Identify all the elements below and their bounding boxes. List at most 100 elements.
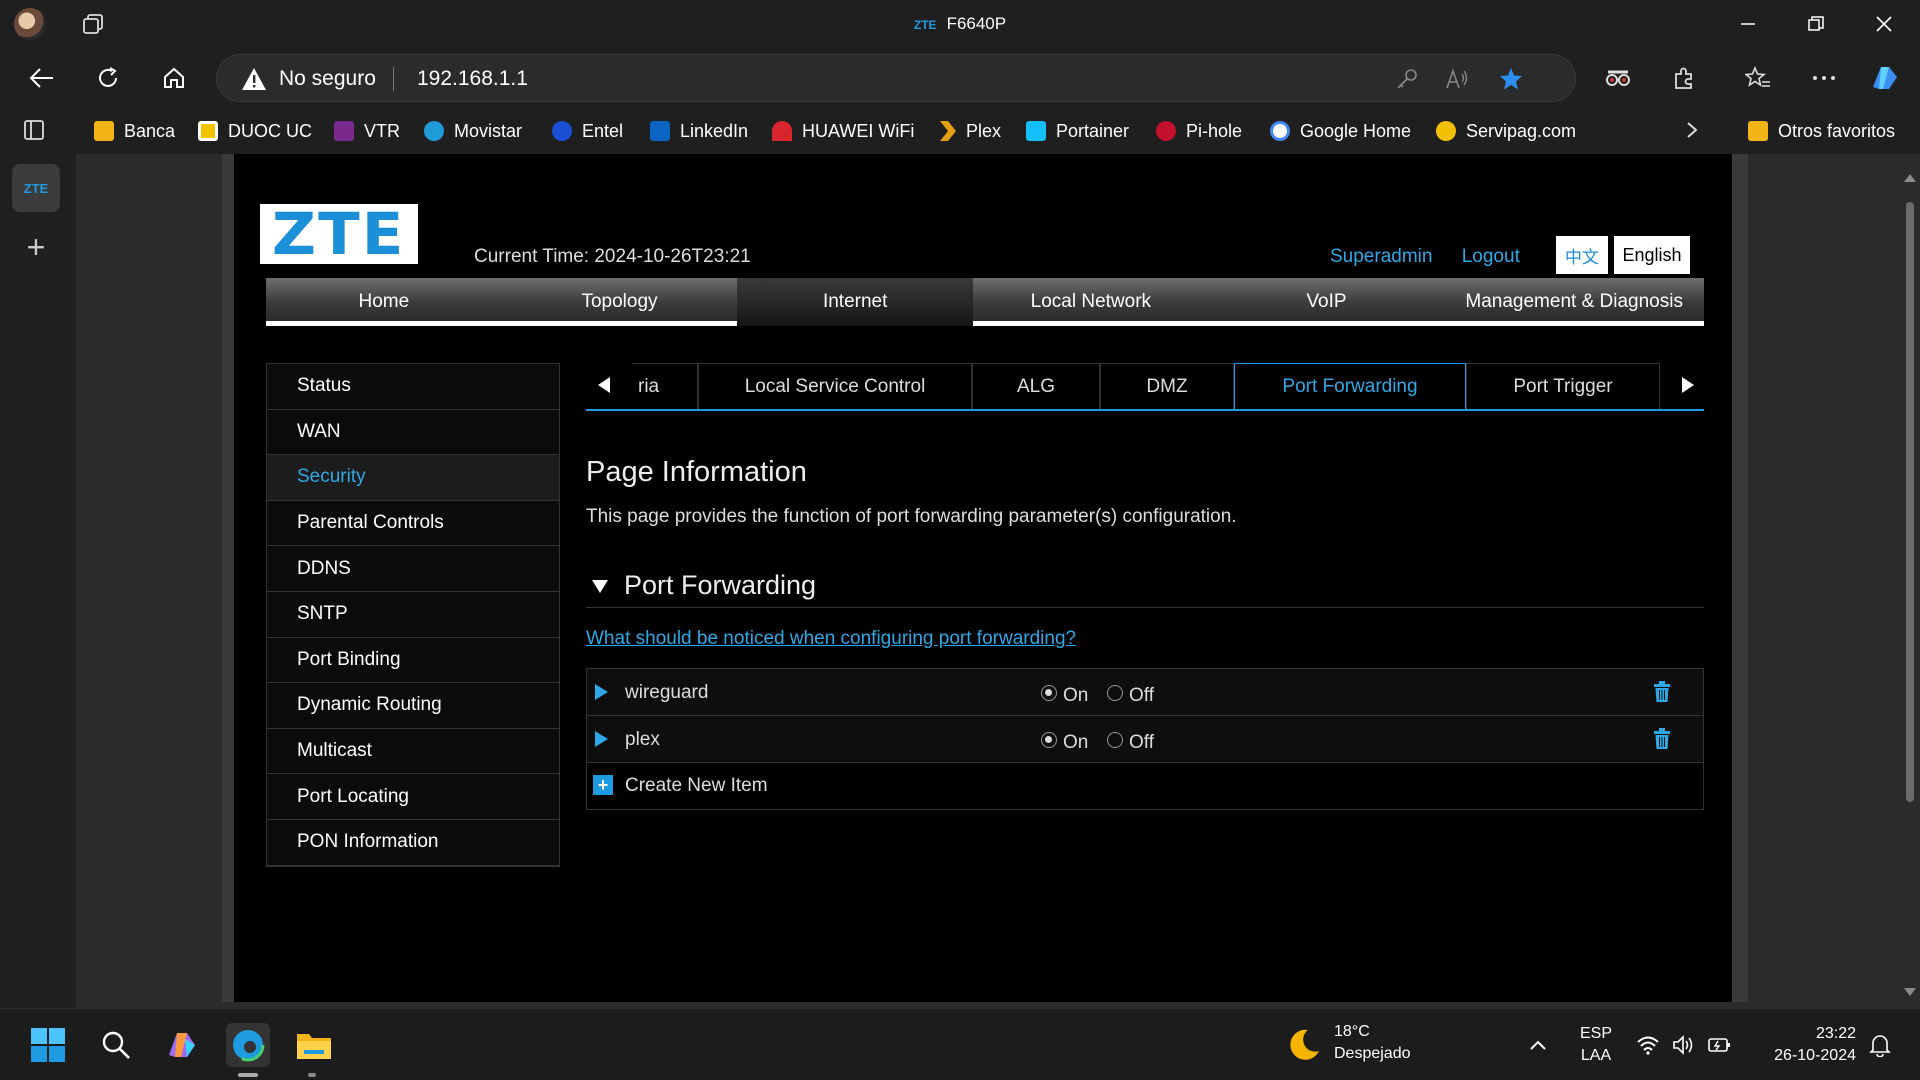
- warning-icon[interactable]: [241, 67, 267, 91]
- sidebar-item-security[interactable]: Security: [267, 455, 559, 501]
- bookmark-label: Servipag.com: [1466, 120, 1577, 141]
- subtabs-left-arrow-icon[interactable]: [598, 377, 610, 393]
- nav-voip[interactable]: VoIP: [1209, 278, 1445, 326]
- nav-local-network[interactable]: Local Network: [973, 278, 1209, 326]
- back-button[interactable]: [24, 60, 60, 96]
- minimize-button[interactable]: [1726, 6, 1770, 42]
- bookmark-duoc[interactable]: DUOC UC: [198, 118, 312, 144]
- home-button[interactable]: [156, 60, 192, 96]
- url-text[interactable]: 192.168.1.1: [417, 67, 528, 91]
- tab-dmz[interactable]: DMZ: [1100, 363, 1234, 409]
- tab-security-partial[interactable]: ria: [632, 363, 698, 409]
- sidebar-item-port-binding[interactable]: Port Binding: [267, 637, 559, 684]
- password-key-button[interactable]: [1393, 67, 1421, 91]
- extensions-button[interactable]: [1666, 60, 1702, 96]
- radio-on[interactable]: [1041, 685, 1057, 701]
- extension-button[interactable]: [1600, 60, 1636, 96]
- nav-management-diagnosis[interactable]: Management & Diagnosis: [1444, 278, 1704, 326]
- create-new-item-row[interactable]: + Create New Item: [587, 763, 1703, 809]
- duoc-favicon: [198, 121, 218, 141]
- expand-arrow-icon[interactable]: [595, 731, 608, 747]
- port-forwarding-section-header[interactable]: Port Forwarding: [586, 568, 1704, 608]
- sidebar-item-port-locating[interactable]: Port Locating: [267, 774, 559, 820]
- bookmark-portainer[interactable]: Portainer: [1026, 118, 1129, 144]
- notifications-button[interactable]: [1862, 1023, 1898, 1067]
- tab-port-forwarding[interactable]: Port Forwarding: [1234, 363, 1466, 409]
- nav-home[interactable]: Home: [266, 278, 502, 326]
- folder-icon: [94, 121, 114, 141]
- close-window-button[interactable]: [1862, 6, 1906, 42]
- bookmark-other-favorites[interactable]: Otros favoritos: [1748, 118, 1895, 144]
- more-menu-button[interactable]: [1806, 60, 1842, 96]
- sidebar-item-dynamic-routing[interactable]: Dynamic Routing: [267, 683, 559, 729]
- tab-local-service-control[interactable]: Local Service Control: [698, 363, 972, 409]
- bookmark-movistar[interactable]: Movistar: [424, 118, 522, 144]
- security-label[interactable]: No seguro: [279, 67, 376, 91]
- more-bookmarks-button[interactable]: [1674, 112, 1710, 148]
- nav-topology[interactable]: Topology: [502, 278, 738, 326]
- show-hidden-icons-button[interactable]: [1518, 1023, 1558, 1067]
- rule-row-wireguard[interactable]: wireguard On Off: [587, 669, 1703, 716]
- sidebar-item-sntp[interactable]: SNTP: [267, 591, 559, 638]
- sidebar-item-multicast[interactable]: Multicast: [267, 728, 559, 775]
- tab-port-trigger[interactable]: Port Trigger: [1466, 363, 1660, 409]
- file-explorer-button[interactable]: [292, 1023, 336, 1067]
- read-aloud-button[interactable]: [1443, 67, 1471, 91]
- clock[interactable]: 23:22 26-10-2024: [1756, 1023, 1856, 1067]
- favorite-star-button[interactable]: [1497, 67, 1525, 91]
- edge-taskbar-button[interactable]: [226, 1023, 270, 1067]
- nav-internet[interactable]: Internet: [737, 278, 974, 326]
- lang-chinese-button[interactable]: 中文: [1556, 236, 1610, 274]
- input-language-indicator[interactable]: ESP LAA: [1580, 1023, 1612, 1067]
- battery-button[interactable]: [1702, 1023, 1738, 1067]
- radio-off[interactable]: [1107, 732, 1123, 748]
- radio-off-label: Off: [1129, 685, 1154, 706]
- trash-icon[interactable]: [1653, 728, 1671, 750]
- bookmark-google-home[interactable]: Google Home: [1270, 118, 1411, 144]
- trash-icon[interactable]: [1653, 681, 1671, 703]
- chevron-up-icon: [1530, 1040, 1546, 1050]
- subtabs-right-arrow-icon[interactable]: [1682, 377, 1694, 393]
- bookmark-entel[interactable]: Entel: [552, 118, 623, 144]
- expand-arrow-icon[interactable]: [595, 684, 608, 700]
- port-forwarding-help-link[interactable]: What should be noticed when configuring …: [586, 628, 1076, 650]
- search-button[interactable]: [94, 1023, 138, 1067]
- lang-english-button[interactable]: English: [1614, 236, 1690, 274]
- reload-button[interactable]: [90, 60, 126, 96]
- page-info-title: Page Information: [586, 456, 807, 488]
- key-icon: [1397, 69, 1417, 89]
- sidebar-item-parental-controls[interactable]: Parental Controls: [267, 500, 559, 547]
- restore-button[interactable]: [1794, 6, 1838, 42]
- copilot-button[interactable]: [1868, 60, 1904, 96]
- bookmark-vtr[interactable]: VTR: [334, 118, 400, 144]
- logout-link[interactable]: Logout: [1462, 246, 1520, 267]
- volume-button[interactable]: [1666, 1023, 1702, 1067]
- radio-off[interactable]: [1107, 685, 1123, 701]
- bookmark-servipag[interactable]: Servipag.com: [1436, 118, 1576, 144]
- bookmark-label: Movistar: [454, 120, 523, 141]
- rule-row-plex[interactable]: plex On Off: [587, 716, 1703, 763]
- bookmark-plex[interactable]: Plex: [936, 118, 1001, 144]
- bookmark-linkedin[interactable]: LinkedIn: [650, 118, 748, 144]
- vertical-tabs-toggle[interactable]: [16, 112, 52, 148]
- sidebar-item-ddns[interactable]: DDNS: [267, 546, 559, 592]
- start-button[interactable]: [26, 1023, 70, 1067]
- sidebar-item-wan[interactable]: WAN: [267, 409, 559, 456]
- bookmark-pihole[interactable]: Pi-hole: [1156, 118, 1242, 144]
- sidebar-item-pon-information[interactable]: PON Information: [267, 819, 559, 866]
- section-title: Port Forwarding: [624, 570, 817, 600]
- bookmark-banca[interactable]: Banca: [94, 118, 175, 144]
- collapse-triangle-icon[interactable]: [592, 580, 608, 593]
- bookmark-huawei[interactable]: HUAWEI WiFi: [772, 118, 914, 144]
- copilot-taskbar-button[interactable]: [160, 1023, 204, 1067]
- sidebar-item-status[interactable]: Status: [267, 364, 559, 410]
- add-icon[interactable]: +: [593, 775, 613, 795]
- create-new-item-label[interactable]: Create New Item: [625, 775, 768, 797]
- network-button[interactable]: [1630, 1023, 1666, 1067]
- tab-alg[interactable]: ALG: [972, 363, 1100, 409]
- address-bar[interactable]: No seguro 192.168.1.1: [216, 54, 1576, 102]
- favorites-button[interactable]: [1740, 60, 1776, 96]
- vtr-favicon: [334, 121, 354, 141]
- superadmin-link[interactable]: Superadmin: [1330, 246, 1432, 267]
- radio-on[interactable]: [1041, 732, 1057, 748]
